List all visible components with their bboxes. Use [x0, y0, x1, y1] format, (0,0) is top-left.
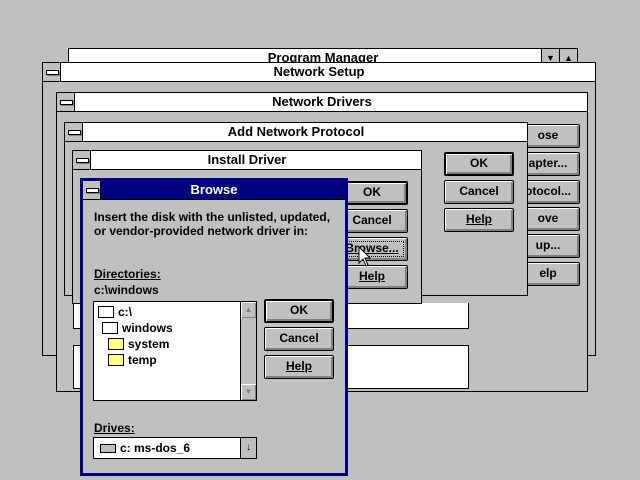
- dir-item-system[interactable]: system: [108, 336, 169, 352]
- drive-selected: c: ms-dos_6: [120, 441, 191, 455]
- cancel-label: Cancel: [352, 213, 392, 227]
- cancel-label: Cancel: [459, 184, 499, 198]
- add-network-protocol-title: Add Network Protocol: [65, 123, 527, 142]
- dir-label: windows: [122, 321, 173, 335]
- protocol-help-button[interactable]: Help: [444, 208, 514, 232]
- close-label: ose: [537, 128, 559, 142]
- open-folder-icon: [98, 305, 114, 318]
- remove-label: ove: [537, 211, 559, 225]
- dropdown-arrow-icon[interactable]: ↓: [240, 438, 256, 458]
- network-drivers-title: Network Drivers: [57, 93, 587, 112]
- help-label: elp: [539, 266, 557, 280]
- system-menu-icon[interactable]: [43, 63, 61, 81]
- install-driver-title: Install Driver: [73, 151, 421, 170]
- directory-list[interactable]: c:\ windows system temp ▲ ▼: [93, 301, 257, 401]
- protocol-ok-button[interactable]: OK: [444, 152, 514, 176]
- setup-label: up...: [535, 238, 561, 252]
- ok-label: OK: [470, 156, 488, 170]
- folder-icon: [108, 337, 124, 350]
- ok-label: OK: [363, 185, 381, 199]
- dir-item-windows[interactable]: windows: [102, 320, 173, 336]
- dir-label: temp: [128, 353, 157, 367]
- drives-select[interactable]: c: ms-dos_6 ↓: [93, 437, 257, 459]
- browse-instruction-line2: or vendor-provided network driver in:: [94, 224, 309, 238]
- add-protocol-label: otocol...: [525, 184, 571, 198]
- dir-item-temp[interactable]: temp: [108, 352, 157, 368]
- open-folder-icon: [102, 321, 118, 334]
- system-menu-icon[interactable]: [83, 181, 101, 199]
- browse-instruction-line1: Insert the disk with the unlisted, updat…: [94, 210, 331, 224]
- help-label: Help: [465, 212, 492, 226]
- folder-icon: [108, 353, 124, 366]
- protocol-cancel-button[interactable]: Cancel: [444, 180, 514, 204]
- browse-title: Browse: [83, 181, 345, 200]
- system-menu-icon[interactable]: [73, 151, 91, 169]
- mouse-cursor-icon: [358, 246, 372, 267]
- browse-ok-button[interactable]: OK: [264, 299, 334, 323]
- cancel-label: Cancel: [279, 331, 319, 345]
- ok-label: OK: [290, 303, 308, 317]
- add-adapter-label: apter...: [528, 156, 568, 170]
- drive-icon: [100, 444, 116, 453]
- scroll-down-icon[interactable]: ▼: [241, 384, 256, 400]
- network-setup-title: Network Setup: [43, 63, 595, 82]
- current-path: c:\windows: [94, 283, 159, 297]
- dir-label: c:\: [118, 305, 133, 319]
- help-label: Help: [285, 359, 312, 373]
- dir-label: system: [128, 337, 170, 351]
- directory-scrollbar[interactable]: ▲ ▼: [240, 302, 256, 400]
- scroll-up-icon[interactable]: ▲: [241, 302, 256, 318]
- system-menu-icon[interactable]: [65, 123, 83, 141]
- dir-item-root[interactable]: c:\: [98, 304, 132, 320]
- browse-cancel-button[interactable]: Cancel: [264, 327, 334, 351]
- help-label: Help: [358, 269, 385, 283]
- directories-label: Directories:: [94, 267, 161, 281]
- browse-help-button[interactable]: Help: [264, 355, 334, 379]
- system-menu-icon[interactable]: [57, 93, 75, 111]
- drives-label: Drives:: [94, 421, 135, 435]
